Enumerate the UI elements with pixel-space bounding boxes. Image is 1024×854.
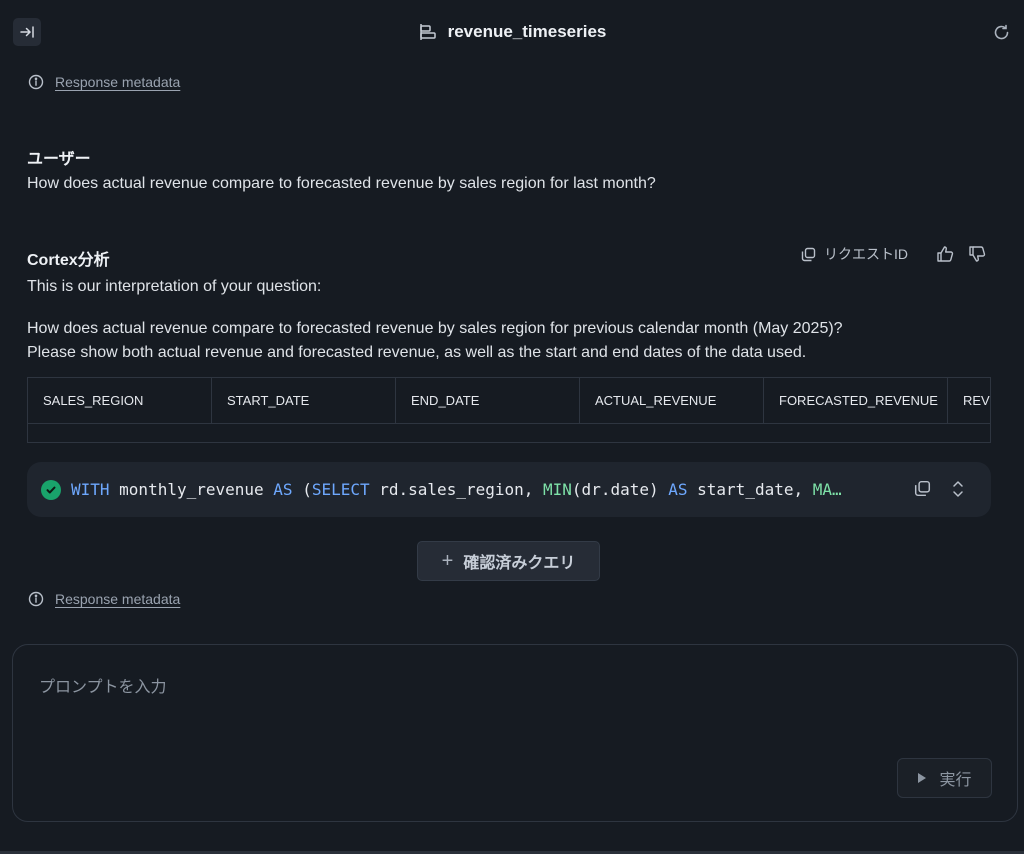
info-icon (28, 74, 44, 90)
run-label: 実行 (939, 772, 972, 789)
copy-icon (801, 247, 816, 261)
sql-token: monthly_revenue (109, 480, 274, 499)
sql-token: ( (292, 480, 312, 499)
sql-token: MIN (543, 480, 572, 499)
response-metadata-top[interactable]: Response metadata (28, 74, 180, 90)
result-table[interactable]: SALES_REGION START_DATE END_DATE ACTUAL_… (27, 377, 991, 443)
interpretation-line-1: How does actual revenue compare to forec… (27, 320, 843, 337)
interpretation-text: How does actual revenue compare to forec… (27, 317, 997, 365)
thumbs-up-icon[interactable] (936, 245, 954, 263)
run-button[interactable]: 実行 (897, 758, 992, 798)
response-metadata-link[interactable]: Response metadata (55, 74, 180, 90)
sql-code-preview: WITH monthly_revenue AS (SELECT rd.sales… (71, 480, 891, 499)
sql-token: rd.sales_region, (369, 480, 544, 499)
thumbs-down-icon[interactable] (968, 245, 986, 263)
user-message-text: How does actual revenue compare to forec… (27, 175, 656, 192)
add-verified-query-button[interactable]: + 確認済みクエリ (417, 541, 600, 581)
prompt-placeholder[interactable]: プロンプトを入力 (39, 673, 167, 697)
top-bar: revenue_timeseries (0, 0, 1024, 64)
request-id-label: リクエストID (824, 246, 908, 262)
column-header[interactable]: START_DATE (212, 378, 396, 423)
assistant-author-label: Cortex分析 (27, 252, 110, 269)
title-area: revenue_timeseries (0, 20, 1024, 44)
column-header[interactable]: END_DATE (396, 378, 580, 423)
verified-check-icon (41, 479, 61, 500)
column-header[interactable]: SALES_REGION (28, 378, 212, 423)
sql-token: MA… (812, 480, 842, 499)
sql-token: WITH (71, 480, 110, 499)
prompt-input-box[interactable]: プロンプトを入力 実行 (12, 644, 1018, 822)
verified-query-label: 確認済みクエリ (463, 555, 576, 572)
play-icon (918, 773, 927, 783)
user-author-label: ユーザー (27, 151, 91, 168)
response-metadata-link[interactable]: Response metadata (55, 591, 180, 607)
column-header[interactable]: FORECASTED_REVENUE (764, 378, 948, 423)
plus-icon: + (441, 549, 454, 572)
sql-token: start_date, (687, 480, 813, 499)
semantic-model-icon (419, 24, 436, 40)
expand-sql-icon[interactable] (951, 479, 965, 499)
page-title: revenue_timeseries (447, 22, 607, 41)
refresh-icon (994, 24, 1008, 39)
copy-request-id-button[interactable]: リクエストID (801, 244, 908, 264)
column-header[interactable]: REV (948, 378, 990, 423)
sql-token: AS (273, 480, 293, 499)
interpretation-intro: This is our interpretation of your quest… (27, 278, 322, 295)
refresh-button[interactable] (990, 21, 1012, 43)
response-metadata-bottom[interactable]: Response metadata (28, 591, 180, 607)
column-header[interactable]: ACTUAL_REVENUE (580, 378, 764, 423)
sql-query-bar[interactable]: WITH monthly_revenue AS (SELECT rd.sales… (27, 462, 991, 517)
sql-token: AS (668, 480, 688, 499)
table-header-row: SALES_REGION START_DATE END_DATE ACTUAL_… (28, 378, 990, 424)
copy-sql-icon[interactable] (914, 480, 931, 497)
info-icon (28, 591, 44, 607)
sql-token: SELECT (311, 480, 370, 499)
sql-token: (dr.date) (571, 480, 669, 499)
interpretation-line-2: Please show both actual revenue and fore… (27, 344, 807, 361)
message-actions: リクエストID (801, 244, 986, 264)
